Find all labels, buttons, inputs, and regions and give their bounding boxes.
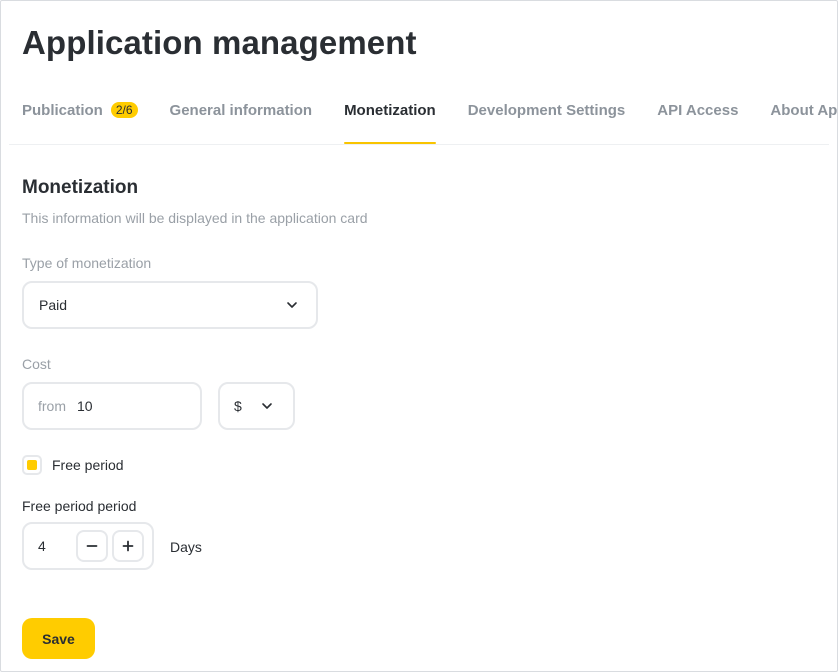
- section-subtitle: This information will be displayed in th…: [22, 210, 368, 226]
- cost-prefix: from: [38, 398, 66, 414]
- tabs-divider: [9, 144, 829, 145]
- tab-development-settings[interactable]: Development Settings: [468, 93, 626, 145]
- currency-value: $: [234, 398, 242, 414]
- cost-value: 10: [77, 398, 93, 414]
- checkbox-checked-mark: [27, 460, 37, 470]
- chevron-down-icon: [287, 302, 297, 308]
- progress-badge: 2/6: [110, 102, 138, 118]
- section-title: Monetization: [22, 177, 139, 198]
- plus-icon: [122, 540, 134, 552]
- tab-label: Publication: [22, 102, 103, 119]
- page-title: Application management: [22, 24, 417, 61]
- tab-publication[interactable]: Publication 2/6: [22, 93, 138, 145]
- currency-select[interactable]: $: [218, 382, 295, 430]
- tab-monetization[interactable]: Monetization: [344, 93, 436, 145]
- tab-about-app[interactable]: About App: [770, 93, 838, 145]
- tab-label: General information: [169, 102, 313, 119]
- tab-bar: Publication 2/6 General information Mone…: [22, 93, 838, 145]
- monetization-type-select[interactable]: Paid: [22, 281, 318, 329]
- chevron-down-icon: [262, 403, 272, 409]
- tab-label: Monetization: [344, 102, 436, 119]
- free-period-stepper[interactable]: 4: [22, 522, 154, 570]
- tab-label: Development Settings: [467, 102, 626, 119]
- free-period-checkbox-row[interactable]: Free period: [22, 454, 124, 476]
- decrement-button[interactable]: [76, 530, 108, 562]
- period-unit: Days: [170, 539, 202, 555]
- monetization-type-value: Paid: [39, 297, 68, 313]
- free-period-checkbox[interactable]: [22, 455, 42, 475]
- tab-api-access[interactable]: API Access: [657, 93, 738, 145]
- app-window: Application management Publication 2/6 G…: [0, 0, 838, 672]
- free-period-period-label: Free period period: [22, 498, 137, 514]
- cost-input[interactable]: from 10: [22, 382, 202, 430]
- save-button[interactable]: Save: [22, 618, 95, 659]
- monetization-type-label: Type of monetization: [22, 255, 152, 271]
- free-period-label: Free period: [52, 457, 124, 473]
- cost-label: Cost: [22, 356, 51, 372]
- increment-button[interactable]: [112, 530, 144, 562]
- tab-general-information[interactable]: General information: [170, 93, 313, 145]
- minus-icon: [86, 545, 98, 547]
- tab-label: API Access: [657, 102, 739, 119]
- tab-label: About App: [770, 102, 838, 119]
- stepper-value[interactable]: 4: [38, 538, 76, 554]
